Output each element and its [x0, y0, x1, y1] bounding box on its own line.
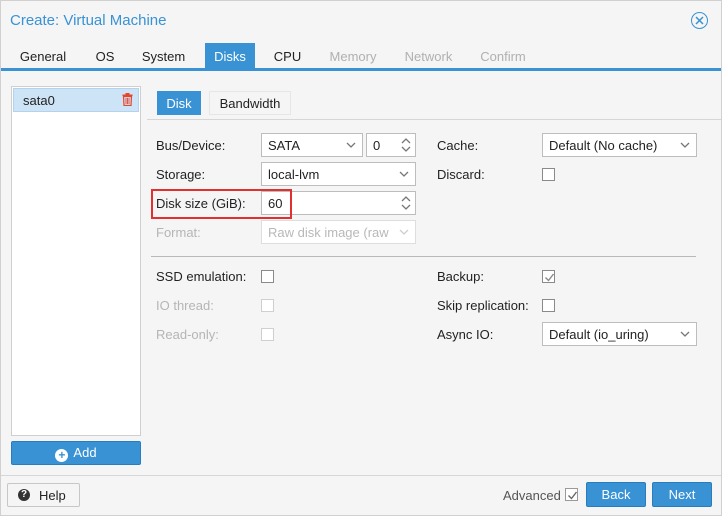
subtab-bandwidth[interactable]: Bandwidth: [209, 91, 291, 115]
check-icon: [544, 272, 555, 283]
read-only-checkbox: [261, 328, 274, 341]
tab-network: Network: [396, 43, 461, 70]
storage-label: Storage:: [156, 167, 205, 182]
disk-list: sata0: [11, 86, 141, 436]
skip-replication-checkbox[interactable]: [542, 299, 555, 312]
tab-confirm: Confirm: [471, 43, 535, 70]
chevron-down-icon: [680, 329, 690, 339]
disk-size-input[interactable]: 60: [261, 191, 416, 215]
cache-label: Cache:: [437, 138, 478, 153]
read-only-label: Read-only:: [156, 327, 219, 342]
tab-general[interactable]: General: [10, 43, 76, 70]
bus-device-label: Bus/Device:: [156, 138, 225, 153]
chevron-down-icon: [346, 140, 356, 150]
storage-value: local-lvm: [268, 167, 319, 182]
io-thread-label: IO thread:: [156, 298, 214, 313]
dialog-footer: ? Help Advanced Back Next: [1, 475, 721, 515]
async-io-label: Async IO:: [437, 327, 493, 342]
cache-value: Default (No cache): [549, 138, 657, 153]
discard-checkbox[interactable]: [542, 168, 555, 181]
format-label: Format:: [156, 225, 201, 240]
format-value: Raw disk image (raw: [268, 225, 394, 240]
device-value: 0: [373, 138, 380, 153]
close-button[interactable]: [691, 12, 708, 29]
next-button[interactable]: Next: [652, 482, 712, 507]
advanced-label: Advanced: [503, 488, 561, 503]
subtab-disk[interactable]: Disk: [157, 91, 201, 115]
dialog-body: sata0 + Add Disk Bandwidth Bus/Device: SA…: [1, 74, 721, 474]
bus-value: SATA: [268, 138, 300, 153]
back-button[interactable]: Back: [586, 482, 646, 507]
advanced-checkbox[interactable]: [565, 488, 578, 501]
device-number-spinner[interactable]: 0: [366, 133, 416, 157]
tab-memory: Memory: [321, 43, 385, 70]
async-io-value: Default (io_uring): [549, 327, 649, 342]
chevron-down-icon: [399, 227, 409, 237]
async-io-select[interactable]: Default (io_uring): [542, 322, 697, 346]
create-vm-dialog: Create: Virtual Machine General OS Syste…: [0, 0, 722, 516]
disk-size-value: 60: [268, 196, 282, 211]
help-button[interactable]: ? Help: [7, 483, 80, 507]
list-item[interactable]: sata0: [13, 88, 139, 112]
close-icon: [695, 16, 704, 25]
check-icon: [567, 490, 578, 501]
storage-select[interactable]: local-lvm: [261, 162, 416, 186]
cache-select[interactable]: Default (No cache): [542, 133, 697, 157]
tab-disks[interactable]: Disks: [205, 43, 255, 70]
spinner-arrows-icon[interactable]: [401, 194, 411, 212]
chevron-down-icon: [399, 169, 409, 179]
help-button-label: Help: [39, 488, 66, 503]
section-divider: [151, 256, 696, 257]
tab-system[interactable]: System: [133, 43, 194, 70]
format-select: Raw disk image (raw: [261, 220, 416, 244]
spinner-arrows-icon[interactable]: [401, 136, 411, 154]
backup-label: Backup:: [437, 269, 484, 284]
trash-icon[interactable]: [122, 93, 133, 109]
bus-select[interactable]: SATA: [261, 133, 363, 157]
backup-checkbox[interactable]: [542, 270, 555, 283]
chevron-down-icon: [680, 140, 690, 150]
ssd-emulation-label: SSD emulation:: [156, 269, 246, 284]
plus-circle-icon: +: [55, 449, 68, 462]
tab-cpu[interactable]: CPU: [264, 43, 311, 70]
discard-label: Discard:: [437, 167, 485, 182]
dialog-title: Create: Virtual Machine: [10, 12, 166, 29]
question-icon: ?: [18, 489, 30, 501]
tab-os[interactable]: OS: [85, 43, 125, 70]
titlebar: Create: Virtual Machine: [1, 1, 721, 41]
wizard-tabs: General OS System Disks CPU Memory Netwo…: [1, 43, 721, 71]
disk-size-label: Disk size (GiB):: [156, 196, 246, 211]
io-thread-checkbox: [261, 299, 274, 312]
add-disk-button[interactable]: + Add: [11, 441, 141, 465]
skip-replication-label: Skip replication:: [437, 298, 529, 313]
add-button-label: Add: [73, 445, 96, 460]
subtab-separator: [147, 119, 721, 120]
ssd-emulation-checkbox[interactable]: [261, 270, 274, 283]
disk-item-label: sata0: [23, 93, 55, 108]
